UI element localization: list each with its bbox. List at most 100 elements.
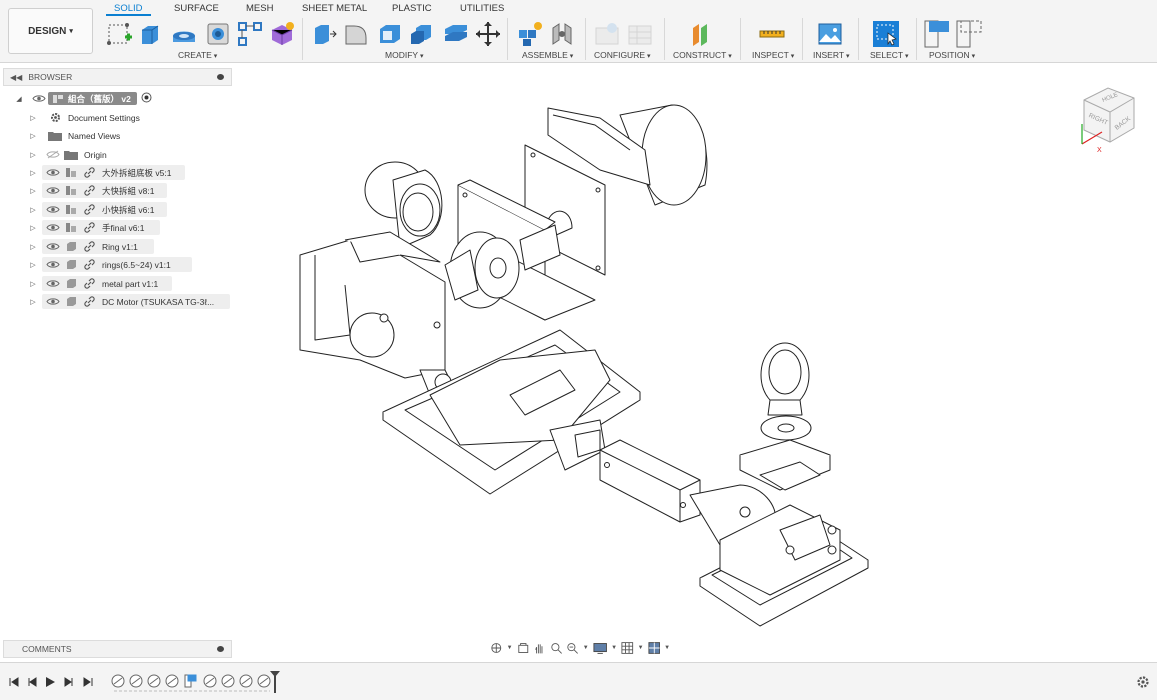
hidden-eye-icon[interactable] — [44, 150, 62, 160]
browser-root-row[interactable]: ◢ 組合（舊版） v2 — [14, 91, 152, 106]
create-sketch-icon[interactable] — [106, 20, 134, 48]
timeline-feature-icon[interactable] — [129, 674, 143, 688]
expand-triangle-icon[interactable]: ◢ — [14, 95, 24, 103]
modify-menu[interactable]: MODIFY — [385, 50, 424, 60]
select-menu[interactable]: SELECT — [870, 50, 909, 60]
tab-utilities[interactable]: UTILITIES — [460, 3, 504, 14]
expand-triangle-icon[interactable]: ▷ — [28, 132, 38, 140]
split-body-icon[interactable] — [442, 20, 470, 48]
tab-mesh[interactable]: MESH — [246, 3, 273, 14]
visibility-eye-icon[interactable] — [44, 297, 62, 307]
expand-triangle-icon[interactable]: ▷ — [28, 298, 38, 306]
visibility-eye-icon[interactable] — [30, 94, 48, 104]
offset-plane-icon[interactable] — [688, 20, 716, 48]
browser-item-named-views[interactable]: ▷ Named Views — [28, 128, 120, 143]
capture-position-icon[interactable] — [924, 20, 952, 48]
insert-image-icon[interactable] — [816, 20, 844, 48]
chevron-down-icon[interactable]: ▼ — [664, 645, 670, 651]
timeline-feature-icon[interactable] — [147, 674, 161, 688]
expand-triangle-icon[interactable]: ▷ — [28, 169, 38, 177]
assemble-menu[interactable]: ASSEMBLE — [522, 50, 573, 60]
position-menu[interactable]: POSITION — [929, 50, 975, 60]
rectangular-pattern-icon[interactable] — [236, 20, 264, 48]
chevron-down-icon[interactable]: ▼ — [583, 645, 589, 651]
expand-triangle-icon[interactable]: ▷ — [28, 114, 38, 122]
browser-item-component[interactable]: ▷ rings(6.5~24) v1:1 — [28, 257, 192, 272]
timeline-feature-icon[interactable] — [239, 674, 253, 688]
revert-position-icon[interactable] — [956, 20, 984, 48]
visibility-eye-icon[interactable] — [44, 260, 62, 270]
grid-settings-icon[interactable] — [621, 641, 634, 655]
pin-panel-icon[interactable] — [217, 74, 224, 80]
browser-item-component[interactable]: ▷ 大外拆組底板 v5:1 — [28, 165, 185, 180]
step-forward-icon[interactable] — [63, 676, 75, 688]
tab-surface[interactable]: SURFACE — [174, 3, 219, 14]
joint-icon[interactable] — [548, 20, 576, 48]
browser-item-component[interactable]: ▷ DC Motor (TSUKASA TG-3ℓ... — [28, 294, 230, 309]
collapse-panel-icon[interactable]: ◀◀ — [10, 73, 22, 82]
insert-menu[interactable]: INSERT — [813, 50, 850, 60]
move-icon[interactable] — [474, 20, 502, 48]
timeline-feature-icon[interactable] — [111, 674, 125, 688]
model-viewport[interactable] — [235, 64, 1157, 661]
visibility-eye-icon[interactable] — [44, 168, 62, 178]
fillet-icon[interactable] — [342, 20, 370, 48]
select-icon[interactable] — [872, 20, 900, 48]
combine-icon[interactable] — [408, 20, 436, 48]
activate-radio-icon[interactable] — [141, 92, 152, 105]
shell-icon[interactable] — [376, 20, 404, 48]
browser-panel-header[interactable]: ◀◀ BROWSER — [3, 68, 232, 86]
revolve-icon[interactable] — [170, 20, 198, 48]
chevron-down-icon[interactable]: ▼ — [638, 645, 644, 651]
viewports-icon[interactable] — [647, 641, 661, 655]
browser-item-component[interactable]: ▷ 小快拆組 v6:1 — [28, 202, 167, 217]
browser-item-component[interactable]: ▷ metal part v1:1 — [28, 276, 172, 291]
hole-icon[interactable] — [204, 20, 232, 48]
create-menu[interactable]: CREATE — [178, 50, 217, 60]
browser-item-origin[interactable]: ▷ Origin — [28, 147, 107, 162]
expand-triangle-icon[interactable]: ▷ — [28, 224, 38, 232]
browser-item-component[interactable]: ▷ 大快拆組 v8:1 — [28, 183, 167, 198]
browser-item-document-settings[interactable]: ▷ Document Settings — [28, 110, 140, 125]
go-to-start-icon[interactable] — [8, 676, 20, 688]
browser-item-component[interactable]: ▷ Ring v1:1 — [28, 239, 154, 254]
expand-triangle-icon[interactable]: ▷ — [28, 280, 38, 288]
tab-plastic[interactable]: PLASTIC — [392, 3, 432, 14]
timeline-settings-gear-icon[interactable] — [1136, 675, 1150, 689]
display-settings-icon[interactable] — [593, 641, 607, 655]
browser-item-component[interactable]: ▷ 手final v6:1 — [28, 220, 160, 235]
measure-icon[interactable] — [758, 20, 786, 48]
timeline-position-icon[interactable] — [184, 674, 197, 688]
tab-solid[interactable]: SOLID — [114, 3, 143, 14]
workspace-switcher-button[interactable]: DESIGN ▾ — [8, 8, 93, 54]
orbit-icon[interactable] — [490, 641, 503, 655]
fit-zoom-icon[interactable] — [566, 641, 579, 655]
new-component-icon[interactable] — [516, 20, 544, 48]
chevron-down-icon[interactable]: ▼ — [507, 645, 513, 651]
timeline-feature-icon[interactable] — [203, 674, 217, 688]
timeline-feature-icon[interactable] — [165, 674, 179, 688]
visibility-eye-icon[interactable] — [44, 242, 62, 252]
timeline-marker-icon[interactable] — [269, 670, 281, 694]
extrude-icon[interactable] — [136, 20, 164, 48]
visibility-eye-icon[interactable] — [44, 223, 62, 233]
visibility-eye-icon[interactable] — [44, 279, 62, 289]
timeline-feature-icon[interactable] — [221, 674, 235, 688]
visibility-eye-icon[interactable] — [44, 205, 62, 215]
create-form-icon[interactable] — [268, 20, 296, 48]
chevron-down-icon[interactable]: ▼ — [611, 645, 617, 651]
step-back-icon[interactable] — [26, 676, 38, 688]
pan-hand-icon[interactable] — [533, 641, 546, 655]
tab-sheet-metal[interactable]: SHEET METAL — [302, 3, 367, 14]
expand-triangle-icon[interactable]: ▷ — [28, 187, 38, 195]
expand-triangle-icon[interactable]: ▷ — [28, 151, 38, 159]
look-at-icon[interactable] — [517, 641, 530, 655]
visibility-eye-icon[interactable] — [44, 186, 62, 196]
press-pull-icon[interactable] — [310, 20, 338, 48]
zoom-icon[interactable] — [550, 641, 563, 655]
play-icon[interactable] — [44, 676, 56, 688]
expand-triangle-icon[interactable]: ▷ — [28, 261, 38, 269]
expand-triangle-icon[interactable]: ▷ — [28, 206, 38, 214]
inspect-menu[interactable]: INSPECT — [752, 50, 794, 60]
go-to-end-icon[interactable] — [82, 676, 94, 688]
